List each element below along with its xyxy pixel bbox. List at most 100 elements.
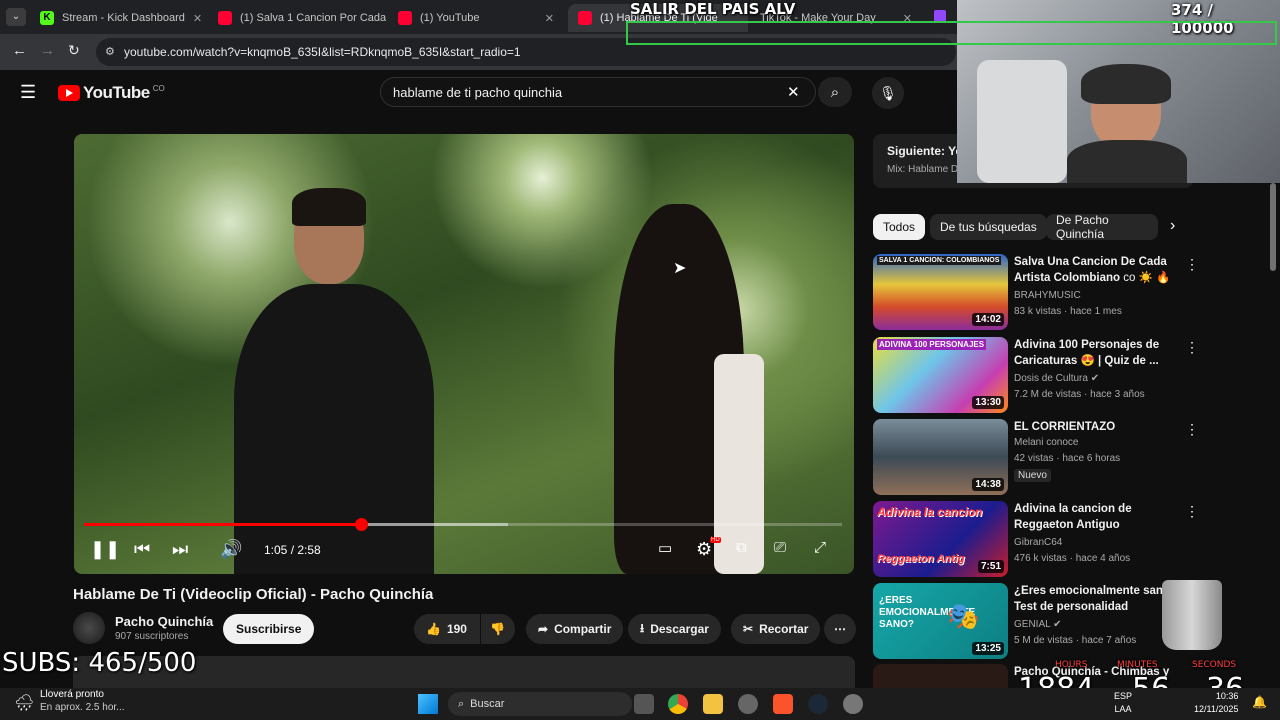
notification-icon[interactable]: 🔔 bbox=[1252, 695, 1267, 709]
volume-icon[interactable]: 🔊 bbox=[220, 539, 242, 560]
scrubber-handle[interactable] bbox=[354, 518, 368, 531]
chip-de-tus-busquedas[interactable]: De tus búsquedas bbox=[930, 214, 1047, 240]
pause-icon[interactable]: ❚❚ bbox=[90, 539, 120, 560]
next-icon[interactable]: ⏭ bbox=[172, 539, 188, 560]
weather-icon[interactable]: 🌧 bbox=[14, 693, 34, 713]
tab-youtube[interactable]: (1) YouTube ✕ bbox=[388, 4, 564, 32]
video-thumbnail[interactable] bbox=[873, 664, 1008, 688]
recommendation-title: Salva Una Cancion De Cada Artista Colomb… bbox=[1014, 256, 1171, 284]
thumbs-down-icon: 👎 bbox=[490, 622, 505, 636]
recommendation-meta: 42 vistas · hace 6 horas bbox=[1014, 453, 1121, 464]
download-label: Descargar bbox=[650, 622, 709, 636]
taskbar-search-label: Buscar bbox=[470, 698, 505, 710]
scrollbar[interactable] bbox=[1270, 183, 1276, 271]
previous-icon[interactable]: ⏮ bbox=[134, 539, 150, 560]
dislike-button[interactable]: 👎 bbox=[481, 614, 515, 644]
duration-badge: 14:02 bbox=[972, 313, 1004, 326]
duration-badge: 13:30 bbox=[972, 396, 1004, 409]
video-thumbnail[interactable]: Adivina la cancion Reggaeton Antig 7:51 bbox=[873, 501, 1008, 577]
download-button[interactable]: ⭳ Descargar bbox=[628, 614, 721, 644]
clip-button[interactable]: ✂ Recortar bbox=[731, 614, 821, 644]
recommendation-item[interactable]: 14:38 EL CORRIENTAZO Melani conoce 42 vi… bbox=[873, 419, 1263, 495]
time-display: 1:05 / 2:58 bbox=[264, 543, 321, 557]
steam-icon[interactable] bbox=[808, 694, 828, 714]
youtube-logo[interactable]: YouTube CO bbox=[58, 83, 165, 103]
recommendation-meta: 5 M de vistas · hace 7 años bbox=[1014, 635, 1137, 646]
tab-salva-cancion[interactable]: (1) Salva 1 Cancion Por Cada ✕ bbox=[208, 4, 386, 32]
channel-name[interactable]: Pacho Quinchía bbox=[115, 614, 213, 629]
clear-search-icon[interactable]: ✕ bbox=[787, 83, 800, 101]
recommendation-item[interactable]: SALVA 1 CANCION: COLOMBIANOS 14:02 Salva… bbox=[873, 254, 1263, 330]
recommendation-channel[interactable]: GibranC64 bbox=[1014, 537, 1062, 548]
verified-icon: ✔ bbox=[1053, 619, 1062, 630]
recommendation-meta: 83 k vistas · hace 1 mes bbox=[1014, 306, 1122, 317]
close-icon[interactable]: ✕ bbox=[545, 12, 554, 25]
recommendation-channel[interactable]: Melani conoce bbox=[1014, 437, 1078, 448]
cast-icon[interactable]: ⎚ bbox=[774, 539, 786, 556]
windows-start-icon[interactable] bbox=[418, 694, 438, 714]
chevron-right-icon[interactable]: › bbox=[1170, 217, 1175, 235]
app-icon[interactable] bbox=[738, 694, 758, 714]
video-player[interactable]: ➤ ❚❚ ⏮ ⏭ 🔊 1:05 / 2:58 ▭ ⚙ HD ⧉ ⎚ ⤢ bbox=[74, 134, 854, 574]
video-thumbnail[interactable]: 14:38 bbox=[873, 419, 1008, 495]
site-info-icon[interactable]: ⚙ bbox=[105, 45, 115, 58]
youtube-logo-text: YouTube bbox=[83, 83, 150, 102]
task-view-icon[interactable] bbox=[634, 694, 654, 714]
video-thumbnail[interactable]: ¿ERES EMOCIONALMENTE SANO? 🎭 13:25 bbox=[873, 583, 1008, 659]
reload-icon[interactable]: ↻ bbox=[68, 42, 80, 59]
more-vert-icon[interactable]: ⋮ bbox=[1185, 503, 1199, 520]
close-icon[interactable]: ✕ bbox=[193, 12, 202, 25]
brave-icon[interactable] bbox=[773, 694, 793, 714]
video-frame-man bbox=[234, 188, 454, 574]
back-icon[interactable]: ← bbox=[12, 42, 27, 59]
new-badge: Nuevo bbox=[1014, 469, 1051, 482]
windows-taskbar: 🌧 Lloverá pronto En aprox. 2.5 hor... ⌕ … bbox=[0, 688, 1280, 720]
subscribe-button[interactable]: Suscribirse bbox=[223, 614, 315, 644]
search-icon: ⌕ bbox=[830, 83, 840, 101]
recommendation-channel[interactable]: GENIAL ✔ bbox=[1014, 619, 1061, 630]
chip-todos[interactable]: Todos bbox=[873, 214, 926, 240]
recommendation-channel[interactable]: Dosis de Cultura ✔ bbox=[1014, 373, 1099, 384]
clock[interactable]: 10:36 12/11/2025 bbox=[1194, 690, 1238, 716]
more-vert-icon[interactable]: ⋮ bbox=[1185, 256, 1199, 273]
more-actions-button[interactable]: ⋯ bbox=[824, 614, 856, 644]
more-vert-icon[interactable]: ⋮ bbox=[1185, 339, 1199, 356]
video-thumbnail[interactable]: SALVA 1 CANCION: COLOMBIANOS 14:02 bbox=[873, 254, 1008, 330]
voice-search-button[interactable]: 🎙 bbox=[872, 77, 904, 109]
taskbar-search[interactable]: ⌕ Buscar bbox=[448, 692, 632, 716]
verified-icon: ✔ bbox=[1090, 373, 1100, 384]
thumbs-up-icon: 👍 bbox=[426, 622, 441, 636]
search-input[interactable]: hablame de ti pacho quinchia ✕ bbox=[380, 77, 816, 107]
forward-icon[interactable]: → bbox=[40, 42, 55, 59]
progress-bar[interactable] bbox=[84, 518, 842, 531]
timer-seconds-label: SECONDS bbox=[1192, 660, 1237, 670]
recommendation-title: EL CORRIENTAZO bbox=[1014, 421, 1116, 433]
video-title: Hablame De Ti (Videoclip Oficial) - Pach… bbox=[73, 586, 434, 603]
tab-search-button[interactable]: ⌄ bbox=[6, 8, 26, 26]
search-button[interactable]: ⌕ bbox=[818, 77, 852, 107]
menu-icon[interactable]: ☰ bbox=[20, 82, 36, 103]
recommendation-item[interactable]: Adivina la cancion Reggaeton Antig 7:51 … bbox=[873, 501, 1263, 577]
share-label: Compartir bbox=[554, 622, 612, 636]
recommendation-item[interactable]: ADIVINA 100 PERSONAJES 13:30 Adivina 100… bbox=[873, 337, 1263, 413]
chip-de-pacho-quinchia[interactable]: De Pacho Quinchía bbox=[1046, 214, 1158, 240]
recommendation-channel[interactable]: BRAHYMUSIC bbox=[1014, 290, 1081, 301]
chrome-icon[interactable] bbox=[668, 694, 688, 714]
tab-label: (1) YouTube bbox=[420, 12, 480, 24]
timer-minutes-label: MINUTES bbox=[1117, 660, 1158, 670]
miniplayer-icon[interactable]: ⧉ bbox=[736, 539, 747, 556]
language-indicator[interactable]: ESP LAA bbox=[1114, 690, 1132, 716]
microphone-icon: 🎙 bbox=[879, 84, 897, 101]
search-value: hablame de ti pacho quinchia bbox=[393, 84, 563, 100]
like-button[interactable]: 👍 190 bbox=[414, 614, 480, 644]
settings-icon[interactable] bbox=[843, 694, 863, 714]
mix-label: Mix: Hablame De bbox=[887, 164, 964, 175]
tab-kick-dashboard[interactable]: K Stream - Kick Dashboard ✕ bbox=[30, 4, 206, 32]
fullscreen-icon[interactable]: ⤢ bbox=[814, 539, 826, 556]
file-explorer-icon[interactable] bbox=[703, 694, 723, 714]
share-button[interactable]: ➦ Compartir bbox=[526, 614, 624, 644]
subtitles-icon[interactable]: ▭ bbox=[658, 539, 672, 557]
video-thumbnail[interactable]: ADIVINA 100 PERSONAJES 13:30 bbox=[873, 337, 1008, 413]
channel-avatar[interactable] bbox=[73, 612, 105, 644]
more-vert-icon[interactable]: ⋮ bbox=[1185, 421, 1199, 438]
